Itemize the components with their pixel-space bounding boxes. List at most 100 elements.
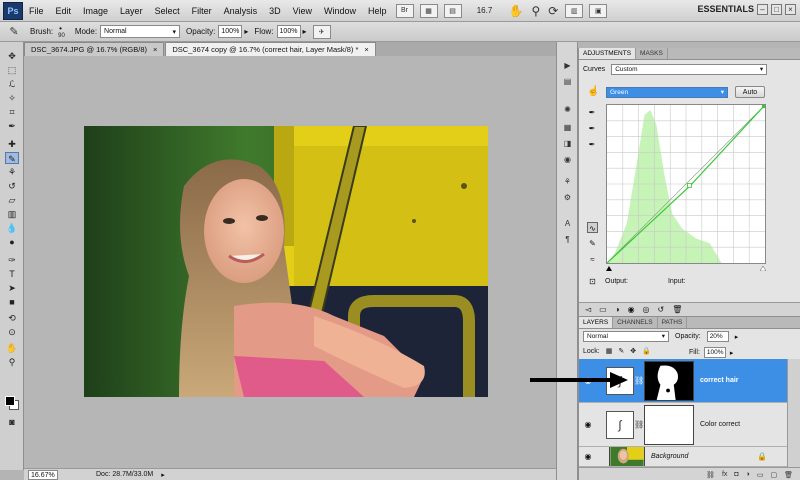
paragraph-icon[interactable]: ¶ <box>561 234 574 246</box>
bridge-icon[interactable]: Br <box>395 3 414 18</box>
shape-tool-icon[interactable]: ■ <box>5 296 19 308</box>
tab-layers[interactable]: LAYERS <box>579 317 614 328</box>
lock-image-icon[interactable]: ✎ <box>618 347 624 355</box>
curve-point[interactable] <box>687 183 692 188</box>
document-tab[interactable]: DSC_3674.JPG @ 16.7% (RGB/8) × <box>24 42 165 56</box>
toggle-visibility-icon[interactable]: ◉ <box>628 305 635 314</box>
document-photo[interactable] <box>84 126 488 397</box>
crop-tool-icon[interactable]: ⌗ <box>5 106 19 118</box>
menu-help[interactable]: Help <box>362 0 393 22</box>
white-point-eyedropper-icon[interactable]: ✒ <box>587 140 597 150</box>
swatches-icon[interactable]: ▦ <box>561 122 574 134</box>
layer-mask-thumb[interactable] <box>644 360 694 401</box>
minimize-button[interactable]: – <box>757 4 768 15</box>
brushes-icon[interactable]: ⚙ <box>561 192 574 204</box>
hand-tool-icon[interactable]: ✋ <box>5 342 19 354</box>
clone-stamp-tool-icon[interactable]: ⚘ <box>5 166 19 178</box>
opacity-input[interactable]: 100% <box>218 25 243 38</box>
brush-tool-icon[interactable]: ✎ <box>5 152 19 164</box>
path-selection-tool-icon[interactable]: ➤ <box>5 282 19 294</box>
layer-name[interactable]: correct hair <box>700 377 739 384</box>
blur-tool-icon[interactable]: 💧 <box>5 222 19 234</box>
layer-name[interactable]: Background <box>651 453 688 460</box>
character-icon[interactable]: A <box>561 218 574 230</box>
new-group-icon[interactable]: ▭ <box>757 471 764 479</box>
workspace-switcher[interactable]: ESSENTIALS <box>697 4 754 14</box>
dodge-tool-icon[interactable]: ● <box>5 236 19 248</box>
tab-adjustments[interactable]: ADJUSTMENTS <box>579 48 637 59</box>
layer-row-background[interactable]: ◉ Background 🔒 <box>579 447 787 467</box>
opacity-dropdown-icon[interactable]: ▸ <box>735 333 739 341</box>
color-icon[interactable]: ✺ <box>561 104 574 116</box>
minibridge-icon[interactable]: ▦ <box>419 3 438 18</box>
clip-to-layer-icon[interactable]: ◑ <box>615 305 620 314</box>
extras-icon[interactable]: ▤ <box>443 3 462 18</box>
curve-endpoint[interactable] <box>762 105 765 108</box>
curves-adjustment-thumb[interactable]: ∫ <box>606 410 634 439</box>
lock-position-icon[interactable]: ✥ <box>630 347 636 355</box>
history-brush-tool-icon[interactable]: ↺ <box>5 180 19 192</box>
targeted-adjustment-icon[interactable]: ☝ <box>587 86 599 97</box>
zoom-level-field[interactable]: 16.7 <box>469 6 501 15</box>
mode-select[interactable]: Normal ▾ <box>100 25 181 38</box>
close-button[interactable]: × <box>785 4 796 15</box>
white-slider[interactable] <box>759 266 766 271</box>
draw-curve-icon[interactable]: ✎ <box>587 238 598 249</box>
edit-points-icon[interactable]: ∿ <box>587 222 598 233</box>
menu-3d[interactable]: 3D <box>263 0 287 22</box>
lock-transparency-icon[interactable]: ▦ <box>606 347 613 355</box>
menu-analysis[interactable]: Analysis <box>218 0 264 22</box>
move-tool-icon[interactable]: ✥ <box>5 50 19 62</box>
curves-graph[interactable] <box>606 104 766 264</box>
brush-preset-picker[interactable]: • 90 <box>56 24 65 39</box>
view-previous-state-icon[interactable]: ◎ <box>643 305 650 314</box>
layer-row-color-correct[interactable]: ◉ ∫ ⛓ Color correct <box>579 403 787 447</box>
eraser-tool-icon[interactable]: ▱ <box>5 194 19 206</box>
link-layers-icon[interactable]: ⛓ <box>706 471 715 479</box>
menu-image[interactable]: Image <box>77 0 114 22</box>
lock-all-icon[interactable]: 🔒 <box>642 347 651 355</box>
pen-tool-icon[interactable]: ✑ <box>5 254 19 266</box>
document-tab-active[interactable]: DSC_3674 copy @ 16.7% (correct hair, Lay… <box>165 42 376 56</box>
link-icon[interactable]: ⛓ <box>634 376 644 385</box>
input-slider[interactable] <box>606 266 766 271</box>
eye-icon[interactable]: ◉ <box>582 452 594 461</box>
menu-file[interactable]: File <box>23 0 50 22</box>
return-to-list-icon[interactable]: ◅ <box>585 305 591 314</box>
menu-filter[interactable]: Filter <box>186 0 218 22</box>
channel-select[interactable]: Green ▾ <box>606 87 728 98</box>
opacity-dropdown-icon[interactable]: ▸ <box>244 27 248 36</box>
status-zoom-field[interactable]: 16.67% <box>28 469 58 480</box>
arrange-documents-icon[interactable]: ▥ <box>565 3 584 18</box>
smooth-curve-icon[interactable]: ≈ <box>587 254 598 265</box>
menu-layer[interactable]: Layer <box>114 0 149 22</box>
history-icon[interactable]: ▤ <box>561 76 574 88</box>
eye-icon[interactable]: ◉ <box>582 420 594 429</box>
tab-masks[interactable]: MASKS <box>636 48 668 59</box>
close-tab-icon[interactable]: × <box>364 43 368 56</box>
3d-rotate-tool-icon[interactable]: ⟲ <box>5 312 19 324</box>
menu-edit[interactable]: Edit <box>50 0 78 22</box>
fill-input[interactable]: 100% <box>703 347 726 358</box>
background-thumb[interactable] <box>609 447 645 466</box>
new-adjustment-icon[interactable]: ◑ <box>746 471 750 478</box>
menu-view[interactable]: View <box>287 0 318 22</box>
gradient-tool-icon[interactable]: ▥ <box>5 208 19 220</box>
gray-point-eyedropper-icon[interactable]: ✒ <box>587 124 597 134</box>
reset-icon[interactable]: ↺ <box>658 305 665 314</box>
marquee-tool-icon[interactable]: ⬚ <box>5 64 19 76</box>
menu-select[interactable]: Select <box>149 0 186 22</box>
tab-channels[interactable]: CHANNELS <box>613 317 658 328</box>
play-actions-icon[interactable]: ▶ <box>561 60 574 72</box>
zoom-tool-icon[interactable]: ⚲ <box>5 356 19 368</box>
clone-source-icon[interactable]: ⚘ <box>561 176 574 188</box>
flow-dropdown-icon[interactable]: ▸ <box>303 27 307 36</box>
black-point-eyedropper-icon[interactable]: ✒ <box>587 108 597 118</box>
3d-camera-tool-icon[interactable]: ⊙ <box>5 326 19 338</box>
rotate-view-icon[interactable]: ⟳ <box>548 4 558 18</box>
auto-button[interactable]: Auto <box>735 86 765 98</box>
layer-name[interactable]: Color correct <box>700 421 740 428</box>
eyedropper-tool-icon[interactable]: ✒ <box>5 120 19 132</box>
healing-brush-tool-icon[interactable]: ✚ <box>5 138 19 150</box>
curves-preset-select[interactable]: Custom ▾ <box>611 64 768 75</box>
